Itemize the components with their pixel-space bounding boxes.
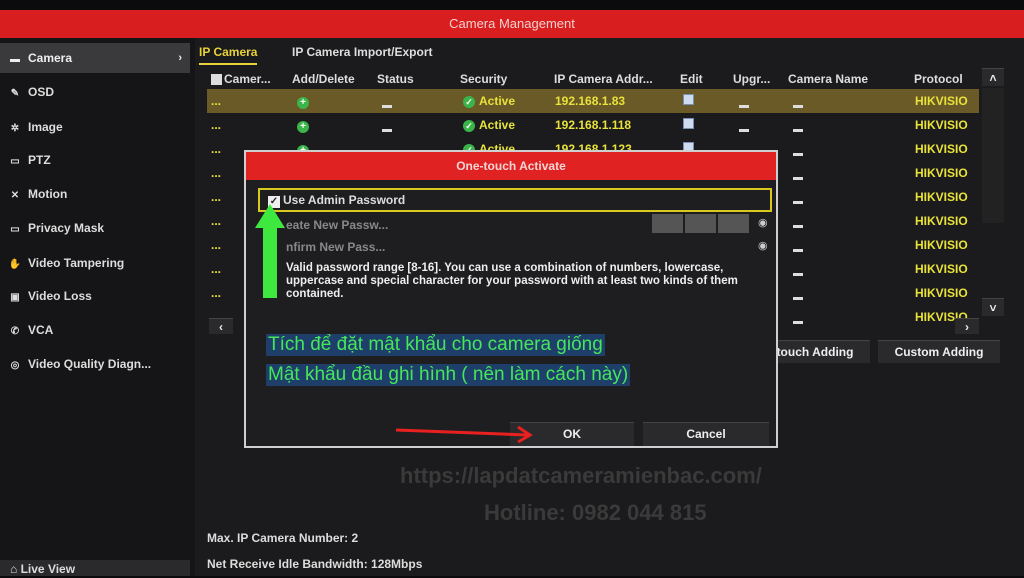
green-arrow-icon (255, 204, 285, 298)
annotation-arrows (255, 204, 533, 444)
red-arrow-icon (395, 425, 533, 444)
